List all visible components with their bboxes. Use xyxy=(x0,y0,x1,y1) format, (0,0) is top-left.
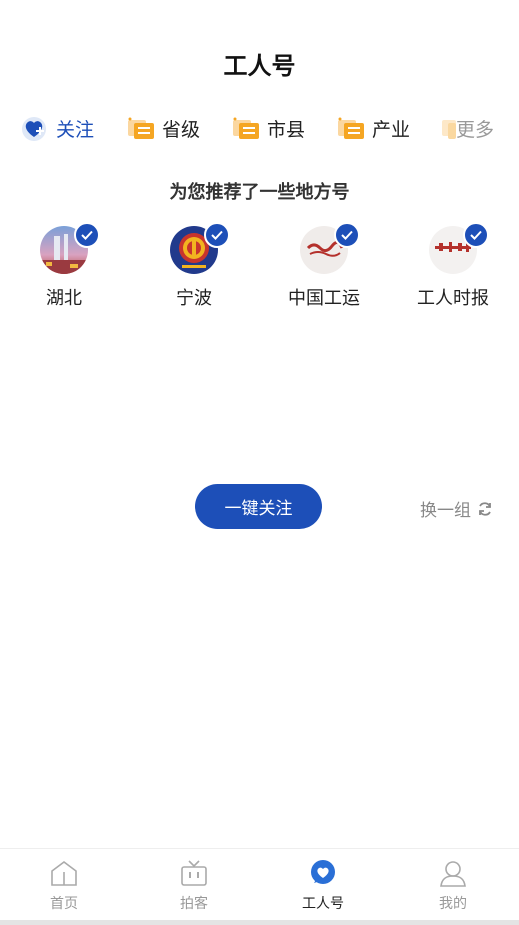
tab-city[interactable]: 市县 xyxy=(231,108,305,148)
user-icon xyxy=(438,859,468,887)
recommend-item-workers-times[interactable]: 工人时报 xyxy=(398,222,508,310)
nav-home[interactable]: 首页 xyxy=(14,859,114,913)
tab-label: 市县 xyxy=(267,118,306,141)
recommend-item-ningbo[interactable]: 宁波 xyxy=(139,222,249,310)
page-title: 工人号 xyxy=(223,52,296,80)
chat-card-icon xyxy=(336,115,366,141)
recommend-item-china-labor[interactable]: 中国工运 xyxy=(269,222,379,310)
recommend-title: 为您推荐了一些地方号 xyxy=(169,182,350,203)
chat-card-icon xyxy=(126,115,156,141)
account-name: 宁波 xyxy=(176,288,212,309)
nav-label: 工人号 xyxy=(302,896,344,912)
tab-label: 产业 xyxy=(372,118,411,141)
account-name: 工人时报 xyxy=(417,288,489,309)
refresh-label: 换一组 xyxy=(420,501,471,521)
nav-label: 拍客 xyxy=(180,896,208,912)
page-bottom-edge xyxy=(0,920,519,925)
chat-card-icon xyxy=(440,115,456,141)
selected-check-icon[interactable] xyxy=(74,222,100,248)
tv-icon xyxy=(179,859,209,887)
tab-label: 省级 xyxy=(162,118,201,141)
tab-more[interactable]: 更多 xyxy=(440,108,519,148)
selected-check-icon[interactable] xyxy=(463,222,489,248)
tab-province[interactable]: 省级 xyxy=(126,108,200,148)
heart-follow-icon xyxy=(20,115,50,141)
nav-paike[interactable]: 拍客 xyxy=(144,859,244,913)
account-name: 湖北 xyxy=(46,288,82,309)
bottom-nav: 首页 拍客 工人号 我的 xyxy=(0,848,519,921)
selected-check-icon[interactable] xyxy=(204,222,230,248)
refresh-group-button[interactable]: 换一组 xyxy=(420,496,493,521)
tab-industry[interactable]: 产业 xyxy=(336,108,410,148)
channel-tabs: 关注 省级 市县 产业 更多 xyxy=(0,108,519,148)
selected-check-icon[interactable] xyxy=(334,222,360,248)
heart-bubble-icon xyxy=(308,859,338,887)
nav-mine[interactable]: 我的 xyxy=(403,859,503,913)
tab-label: 关注 xyxy=(56,118,95,141)
nav-label: 首页 xyxy=(50,896,78,912)
nav-gongrenhao[interactable]: 工人号 xyxy=(273,859,373,913)
nav-label: 我的 xyxy=(439,896,467,912)
tab-label: 更多 xyxy=(456,118,495,141)
recommend-item-hubei[interactable]: 湖北 xyxy=(9,222,119,310)
home-icon xyxy=(49,859,79,887)
tab-follow[interactable]: 关注 xyxy=(20,108,94,148)
chat-card-icon xyxy=(231,115,261,141)
refresh-icon xyxy=(479,501,491,516)
account-name: 中国工运 xyxy=(288,288,360,309)
follow-all-button[interactable]: 一键关注 xyxy=(195,484,322,529)
